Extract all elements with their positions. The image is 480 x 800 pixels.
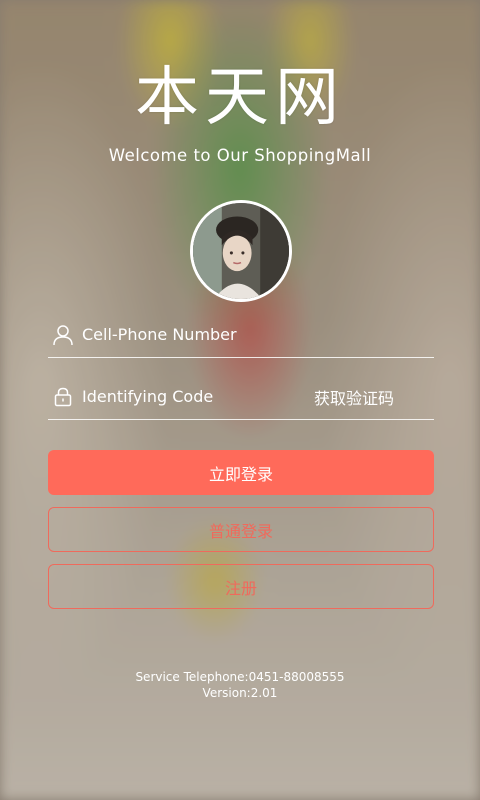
get-code-button[interactable]: 获取验证码: [314, 385, 394, 409]
code-field: 获取验证码: [48, 374, 434, 420]
normal-login-button[interactable]: 普通登录: [48, 507, 434, 552]
welcome-tagline: Welcome to Our ShoppingMall: [108, 146, 372, 165]
footer: Service Telephone:0451-88008555 Version:…: [0, 669, 480, 701]
login-screen: 本天网 Welcome to Our ShoppingMall Cell-Pho…: [0, 0, 480, 800]
lock-icon: [50, 384, 76, 410]
service-telephone: Service Telephone:0451-88008555: [135, 670, 345, 684]
phone-input[interactable]: [82, 312, 434, 357]
code-input[interactable]: [82, 374, 314, 419]
phone-field: [48, 312, 434, 358]
register-button[interactable]: 注册: [48, 564, 434, 609]
brand-logo-text: 本天网: [135, 61, 345, 135]
user-icon: [50, 322, 76, 348]
avatar-photo: [193, 203, 289, 299]
login-now-button[interactable]: 立即登录: [48, 450, 434, 495]
version-label: Version:2.01: [202, 686, 278, 700]
avatar[interactable]: [190, 200, 292, 302]
